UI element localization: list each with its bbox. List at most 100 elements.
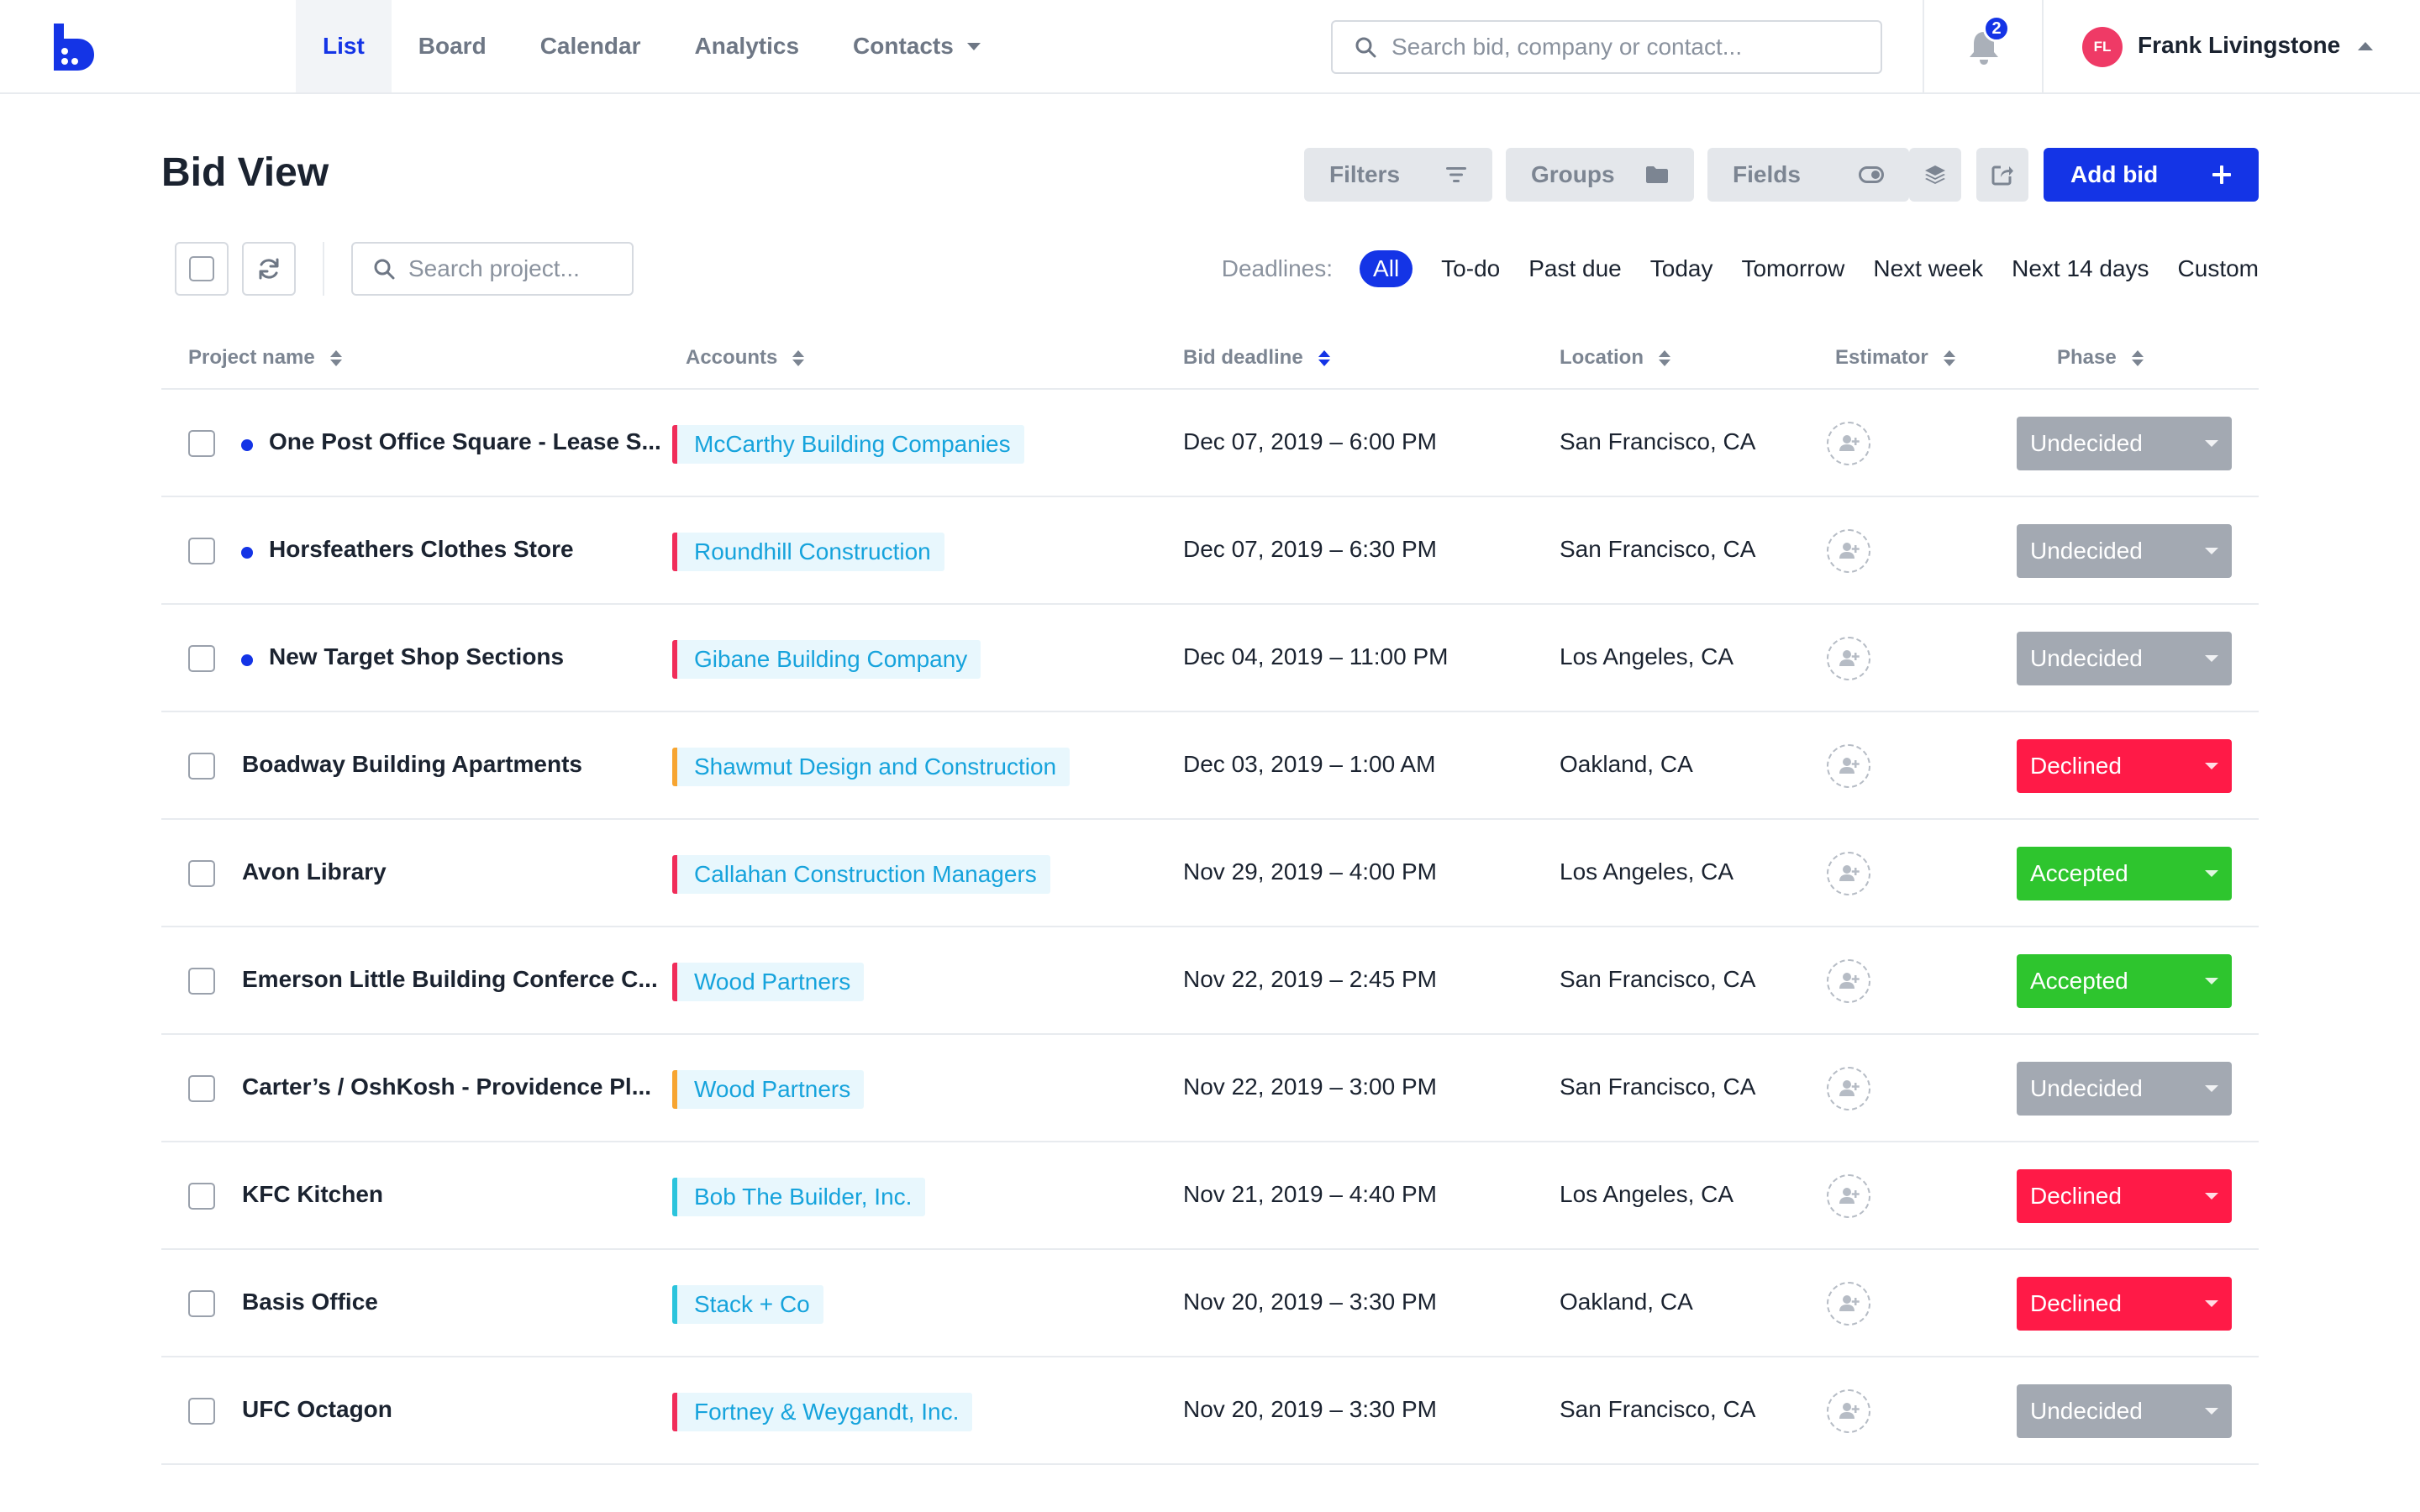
tab-contacts[interactable]: Contacts — [826, 0, 1007, 92]
location: San Francisco, CA — [1560, 428, 1756, 454]
project-name[interactable]: Horsfeathers Clothes Store — [269, 536, 574, 563]
avatar[interactable]: FL — [2082, 27, 2123, 67]
deadline-option-past-due[interactable]: Past due — [1528, 255, 1622, 282]
project-search[interactable] — [351, 242, 634, 296]
plus-icon — [2212, 165, 2231, 184]
logo-icon[interactable] — [52, 24, 96, 71]
assign-estimator-button[interactable] — [1827, 959, 1870, 1003]
phase-dropdown[interactable]: Declined — [2017, 1277, 2232, 1331]
account-tag[interactable]: Stack + Co — [672, 1285, 823, 1324]
row-checkbox[interactable] — [188, 538, 215, 564]
account-tag[interactable]: Shawmut Design and Construction — [672, 748, 1071, 786]
phase-dropdown[interactable]: Undecided — [2017, 1384, 2232, 1438]
deadline-option-today[interactable]: Today — [1650, 255, 1713, 282]
chevron-up-icon[interactable] — [2358, 42, 2373, 50]
sort-down-icon — [329, 359, 342, 366]
assign-estimator-button[interactable] — [1827, 529, 1870, 573]
global-search[interactable] — [1331, 20, 1882, 74]
column-header-label: Bid deadline — [1183, 346, 1303, 369]
tab-calendar[interactable]: Calendar — [513, 0, 668, 92]
account-tag[interactable]: Callahan Construction Managers — [672, 855, 1050, 894]
refresh-button[interactable] — [242, 242, 296, 296]
column-header-estimator[interactable]: Estimator — [1835, 346, 1955, 370]
select-all-checkbox[interactable] — [189, 256, 214, 281]
filters-button[interactable]: Filters — [1304, 148, 1492, 202]
project-name[interactable]: Emerson Little Building Conferce C... — [242, 966, 658, 993]
row-checkbox[interactable] — [188, 1398, 215, 1425]
deadline-option-next-week[interactable]: Next week — [1873, 255, 1983, 282]
account-tag[interactable]: Roundhill Construction — [672, 533, 944, 571]
phase-dropdown[interactable]: Accepted — [2017, 954, 2232, 1008]
column-header-accounts[interactable]: Accounts — [686, 346, 805, 370]
project-name[interactable]: New Target Shop Sections — [269, 643, 564, 670]
assign-estimator-button[interactable] — [1827, 637, 1870, 680]
select-all-button[interactable] — [175, 242, 229, 296]
groups-label: Groups — [1531, 161, 1615, 187]
phase-dropdown[interactable]: Undecided — [2017, 524, 2232, 578]
deadline-option-next-14-days[interactable]: Next 14 days — [2012, 255, 2149, 282]
account-tag[interactable]: Wood Partners — [672, 1070, 865, 1109]
assign-estimator-button[interactable] — [1827, 1389, 1870, 1433]
account-tag[interactable]: McCarthy Building Companies — [672, 425, 1024, 464]
add-bid-button[interactable]: Add bid — [2044, 148, 2259, 202]
location: Los Angeles, CA — [1560, 858, 1734, 885]
deadline-option-all[interactable]: All — [1360, 250, 1413, 287]
row-checkbox[interactable] — [188, 430, 215, 457]
row-checkbox[interactable] — [188, 753, 215, 780]
row-checkbox[interactable] — [188, 1183, 215, 1210]
phase-dropdown[interactable]: Undecided — [2017, 1062, 2232, 1116]
account-tag[interactable]: Wood Partners — [672, 963, 865, 1001]
toolbar-divider — [323, 242, 324, 296]
add-bid-label: Add bid — [2070, 161, 2159, 187]
search-icon — [374, 259, 395, 280]
row-checkbox[interactable] — [188, 860, 215, 887]
row-checkbox[interactable] — [188, 645, 215, 672]
assign-estimator-button[interactable] — [1827, 1174, 1870, 1218]
account-tag[interactable]: Gibane Building Company — [672, 640, 981, 679]
add-user-icon — [1839, 543, 1860, 559]
row-checkbox[interactable] — [188, 1290, 215, 1317]
project-name[interactable]: One Post Office Square - Lease S... — [269, 428, 661, 455]
phase-dropdown[interactable]: Undecided — [2017, 417, 2232, 470]
project-name[interactable]: UFC Octagon — [242, 1396, 392, 1423]
row-checkbox[interactable] — [188, 968, 215, 995]
deadline-option-custom[interactable]: Custom — [2178, 255, 2259, 282]
tab-analytics[interactable]: Analytics — [668, 0, 827, 92]
project-name[interactable]: Boadway Building Apartments — [242, 751, 582, 778]
project-name[interactable]: Avon Library — [242, 858, 387, 885]
tab-board[interactable]: Board — [392, 0, 513, 92]
user-name[interactable]: Frank Livingstone — [2138, 32, 2340, 59]
deadline-option-to-do[interactable]: To-do — [1441, 255, 1500, 282]
assign-estimator-button[interactable] — [1827, 744, 1870, 788]
tab-list[interactable]: List — [296, 0, 392, 92]
column-header-location[interactable]: Location — [1560, 346, 1670, 370]
column-header-phase[interactable]: Phase — [2057, 346, 2144, 370]
phase-dropdown[interactable]: Undecided — [2017, 632, 2232, 685]
phase-dropdown[interactable]: Declined — [2017, 1169, 2232, 1223]
fields-button[interactable]: Fields — [1707, 148, 1909, 202]
account-tag[interactable]: Bob The Builder, Inc. — [672, 1178, 926, 1216]
export-button[interactable] — [1976, 148, 2028, 202]
assign-estimator-button[interactable] — [1827, 1067, 1870, 1110]
layers-button[interactable] — [1909, 148, 1961, 202]
bid-deadline: Nov 20, 2019 – 3:30 PM — [1183, 1289, 1437, 1315]
phase-dropdown[interactable]: Accepted — [2017, 847, 2232, 900]
project-name[interactable]: Carter’s / OshKosh - Providence Pl... — [242, 1074, 651, 1100]
assign-estimator-button[interactable] — [1827, 852, 1870, 895]
location: San Francisco, CA — [1560, 536, 1756, 562]
column-header-bid-deadline[interactable]: Bid deadline — [1183, 346, 1330, 370]
global-search-input[interactable] — [1392, 34, 1862, 60]
nav-divider — [1923, 0, 1924, 92]
project-name[interactable]: Basis Office — [242, 1289, 378, 1315]
assign-estimator-button[interactable] — [1827, 1282, 1870, 1326]
groups-button[interactable]: Groups — [1506, 148, 1694, 202]
phase-dropdown[interactable]: Declined — [2017, 739, 2232, 793]
deadline-option-tomorrow[interactable]: Tomorrow — [1741, 255, 1844, 282]
account-tag[interactable]: Fortney & Weygandt, Inc. — [672, 1393, 973, 1431]
column-header-project-name[interactable]: Project name — [188, 346, 342, 370]
assign-estimator-button[interactable] — [1827, 422, 1870, 465]
row-checkbox[interactable] — [188, 1075, 215, 1102]
project-name[interactable]: KFC Kitchen — [242, 1181, 383, 1208]
project-search-input[interactable] — [408, 255, 627, 282]
location: Oakland, CA — [1560, 751, 1693, 777]
